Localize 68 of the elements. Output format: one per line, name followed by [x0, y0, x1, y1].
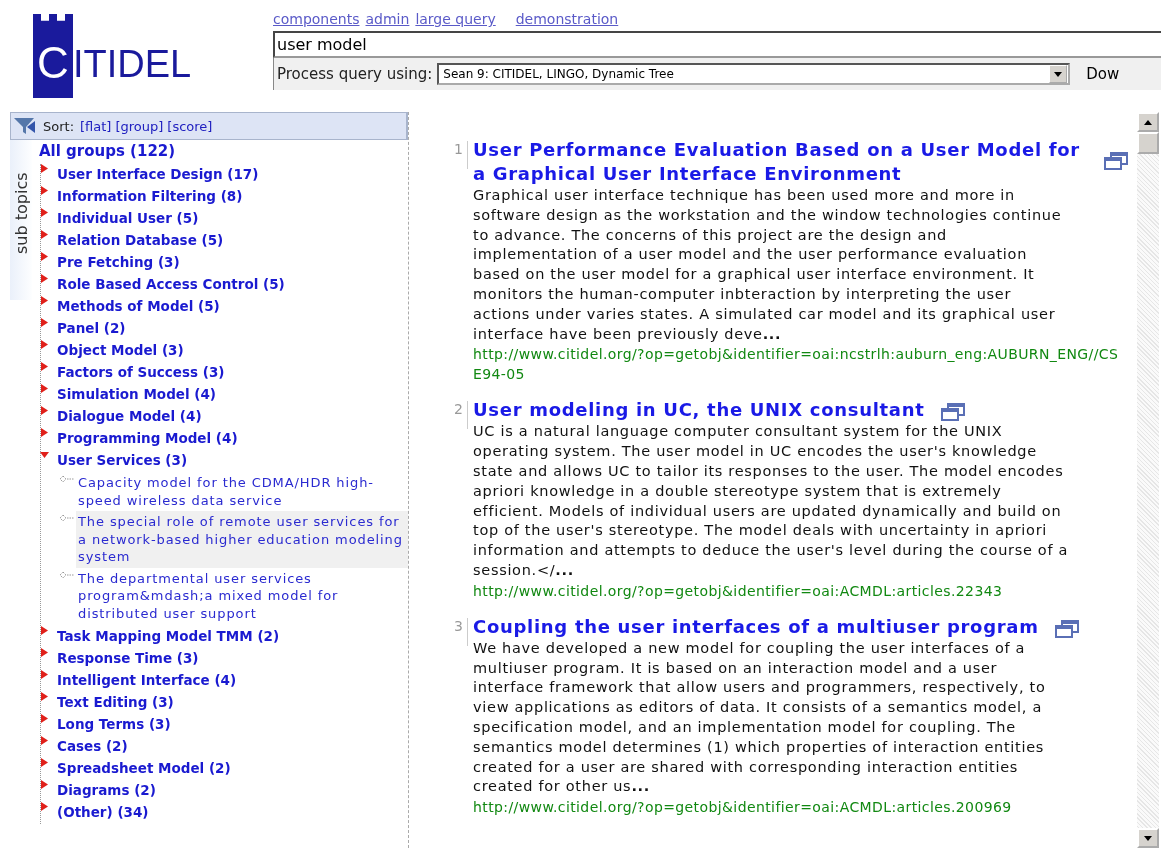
- new-window-icon[interactable]: [1104, 152, 1128, 170]
- topic-link[interactable]: Individual User (5): [57, 208, 199, 228]
- logo-text: ITIDEL: [73, 42, 192, 86]
- result-title-link[interactable]: User Performance Evaluation Based on a User Model for a Graphical User Interface Environment: [473, 138, 1080, 186]
- topic-link[interactable]: (Other) (34): [57, 802, 149, 822]
- download-button[interactable]: Dow: [1086, 65, 1120, 83]
- result-url-link[interactable]: http://www.citidel.org/?op=getobj&identifier=oai:ncstrlh:auburn_eng:AUBURN_ENG//CSE94-05: [473, 344, 1123, 385]
- dropdown-arrow-icon: [1054, 71, 1063, 77]
- topic-link[interactable]: Dialogue Model (4): [57, 406, 202, 426]
- topic-link[interactable]: Programming Model (4): [57, 428, 238, 448]
- sort-option-link[interactable]: [score]: [167, 118, 213, 134]
- up-arrow-icon: [1144, 119, 1152, 125]
- topic-link[interactable]: Spreadsheet Model (2): [57, 758, 231, 778]
- sort-option-link[interactable]: [group]: [115, 118, 164, 134]
- document-link[interactable]: The special role of remote user services for a network-based higher education modeling system: [76, 511, 408, 568]
- sort-icon: [13, 117, 37, 135]
- scroll-down-button[interactable]: [1137, 828, 1159, 848]
- result-snippet: We have developed a new model for coupling the user interfaces of a multiuser program. It is based on an interaction model and a user interface framework that allow users and programmers, respectively, to view applications as editors of data. It consists of a semantics model, a specification model, and an implementation model for coupling. The semantics model determines (1) which properties of interaction entities created for a user are shared with corresponding interaction entities created for other us...: [473, 638, 1047, 797]
- topic-link[interactable]: Role Based Access Control (5): [57, 274, 285, 294]
- sort-label: Sort:: [43, 118, 75, 134]
- result-number: 3: [441, 617, 468, 646]
- topic-link[interactable]: Diagrams (2): [57, 780, 156, 800]
- result-url-link[interactable]: http://www.citidel.org/?op=getobj&identifier=oai:ACMDL:articles.200969: [473, 797, 1123, 818]
- result-title-link[interactable]: Coupling the user interfaces of a multiuser program: [473, 614, 1039, 639]
- new-window-icon[interactable]: [940, 403, 965, 422]
- topic-link[interactable]: User Interface Design (17): [57, 164, 259, 184]
- nav-link[interactable]: components: [273, 11, 360, 31]
- result-snippet: Graphical user interface technique has been used more and more in software design as the workstation and the window technologies continue to advance. The concerns of this project are the design and implementation of a user model and the user performance evaluation based on the user model for a graphical user interface environment. It monitors the human-computer inbteraction by interpreting the user actions under varies states. A simulated car model and its graphical user interface have been previously deve...: [473, 186, 1063, 344]
- topic-link[interactable]: Response Time (3): [57, 648, 199, 668]
- result-number: 2: [441, 401, 468, 430]
- result-snippet: UC is a natural language computer consultant system for the UNIX operating system. The user model in UC encodes the user's knowledge state and allows UC to tailor its responses to the user. The model encodes apriori knowledge in a double stereotype system that is extremely efficient. Models of individual users are updated dynamically and build on top of the user's stereotype. The model deals with uncertainty in apriori information and attempts to deduce the user's level during the course of a session.</...: [473, 422, 1070, 580]
- result-number: 1: [441, 141, 468, 169]
- result-url-link[interactable]: http://www.citidel.org/?op=getobj&identifier=oai:ACMDL:articles.22343: [473, 580, 1123, 601]
- topic-link[interactable]: Object Model (3): [57, 340, 184, 360]
- topic-link[interactable]: Simulation Model (4): [57, 384, 217, 404]
- down-arrow-icon: [1144, 835, 1152, 841]
- topic-link[interactable]: User Services (3): [57, 450, 188, 470]
- topic-link[interactable]: Pre Fetching (3): [57, 252, 180, 272]
- topic-link[interactable]: Factors of Success (3): [57, 362, 225, 382]
- scrollbar[interactable]: [1137, 112, 1159, 848]
- nav-link[interactable]: large query: [415, 11, 496, 31]
- topic-link[interactable]: Cases (2): [57, 736, 128, 756]
- leaf-node-icon: [59, 514, 75, 522]
- leaf-node-icon: [59, 570, 75, 579]
- tree-root-item[interactable]: All groups (122): [39, 142, 408, 164]
- topic-link[interactable]: Relation Database (5): [57, 230, 224, 250]
- topic-link[interactable]: Text Editing (3): [57, 692, 174, 712]
- logo-initial: C: [33, 14, 73, 98]
- scroll-up-button[interactable]: [1137, 112, 1159, 132]
- scroll-thumb[interactable]: [1137, 132, 1159, 154]
- topic-link[interactable]: Methods of Model (5): [57, 296, 220, 316]
- process-dropdown[interactable]: Sean 9: CITIDEL, LINGO, Dynamic Tree: [437, 63, 1071, 85]
- topic-link[interactable]: Intelligent Interface (4): [57, 670, 237, 690]
- sub-topics-tab[interactable]: sub topics: [10, 140, 32, 300]
- nav-link[interactable]: admin: [365, 11, 410, 31]
- nav-link[interactable]: demonstration: [515, 11, 619, 31]
- document-link[interactable]: Capacity model for the CDMA/HDR high-speed wireless data service: [76, 472, 408, 511]
- new-window-icon[interactable]: [1054, 619, 1079, 638]
- search-field[interactable]: user model: [273, 31, 1161, 58]
- leaf-node-icon: [59, 475, 75, 483]
- process-label: Process query using:: [277, 65, 433, 83]
- sort-option-link[interactable]: [flat]: [80, 118, 112, 134]
- topic-link[interactable]: Task Mapping Model TMM (2): [57, 626, 280, 646]
- document-link[interactable]: The departmental user services program&mdash;a mixed model for distributed user support: [76, 567, 408, 624]
- topic-link[interactable]: Information Filtering (8): [57, 186, 243, 206]
- result-title-link[interactable]: User modeling in UC, the UNIX consultant: [473, 398, 925, 423]
- topic-link[interactable]: Panel (2): [57, 318, 126, 338]
- topic-link[interactable]: Long Terms (3): [57, 714, 171, 734]
